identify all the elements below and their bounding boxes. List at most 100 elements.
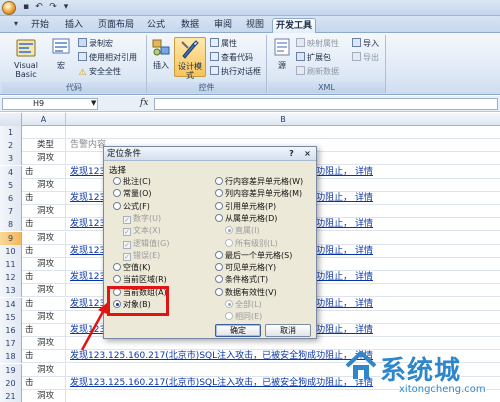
formula-input[interactable] [154, 98, 498, 110]
cell-a-suffix: 击 [25, 193, 34, 203]
cell-a[interactable]: 洞攻 [22, 363, 66, 377]
row-header[interactable]: 7 [0, 205, 22, 219]
relative-reference-button[interactable]: 使用相对引用 [78, 52, 137, 64]
row-header[interactable]: 8 [0, 218, 22, 232]
cell-a[interactable]: 洞攻 [22, 152, 66, 166]
run-dialog-button[interactable]: 执行对话框 [210, 66, 261, 78]
cell-a[interactable]: 洞攻 [22, 178, 66, 192]
dialog-radio-option[interactable]: 可见单元格(Y) [215, 262, 276, 274]
tab-0[interactable]: 开始 [26, 18, 54, 33]
row-header[interactable]: 16 [0, 324, 22, 337]
row-header[interactable]: 20 [0, 376, 22, 390]
row-header[interactable]: 4 [0, 165, 22, 179]
row-header[interactable]: 2 [0, 139, 22, 153]
dialog-radio-option[interactable]: 列内容差异单元格(M) [215, 188, 302, 200]
cell-a[interactable]: 洞攻 [22, 390, 66, 402]
dialog-radio-option[interactable]: 相同(E) [225, 311, 262, 323]
column-header-a[interactable]: A [22, 113, 66, 126]
ok-button[interactable]: 确定 [215, 324, 261, 337]
macros-button[interactable]: 宏 [50, 37, 72, 70]
dialog-radio-option[interactable]: 当前区域(R) [113, 274, 167, 286]
customize-toolbar-icon[interactable]: ▾ [60, 2, 72, 13]
dialog-radio-option[interactable]: 空值(K) [113, 262, 151, 274]
tab-4[interactable]: 数据 [174, 18, 206, 33]
row-header[interactable]: 12 [0, 271, 22, 285]
cell-a[interactable]: 洞攻 [22, 284, 66, 298]
expansion-packs-button[interactable]: 扩展包 [296, 52, 331, 64]
name-box[interactable]: H9 [2, 98, 98, 110]
redo-icon[interactable]: ↷ [47, 2, 59, 13]
office-button[interactable] [2, 1, 16, 15]
tab-6[interactable]: 视图 [240, 18, 270, 33]
save-icon[interactable]: ▪ [20, 2, 32, 13]
design-mode-button[interactable]: 设计模式 [174, 37, 206, 80]
close-icon[interactable]: × [302, 148, 313, 159]
dialog-checkbox[interactable]: ✓ 错误(E) [123, 250, 160, 262]
import-button[interactable]: 导入 [352, 38, 379, 50]
row-header[interactable]: 14 [0, 297, 22, 311]
cell-a[interactable]: 洞攻 [22, 337, 66, 351]
dialog-radio-option[interactable]: 行内容差异单元格(W) [215, 176, 303, 188]
column-header-b[interactable]: B [66, 113, 500, 126]
cell-a[interactable]: 类型 [22, 139, 66, 153]
cell-b-link[interactable] [66, 126, 500, 139]
row-header[interactable]: 10 [0, 244, 22, 258]
dialog-radio-option[interactable]: 批注(C) [113, 176, 151, 188]
export-button[interactable]: 导出 [352, 52, 379, 64]
cell-a[interactable]: 洞攻 [22, 231, 66, 245]
dialog-radio-option[interactable]: 公式(F) [113, 201, 150, 213]
view-code-button[interactable]: 查看代码 [210, 52, 253, 64]
record-macro-button[interactable]: 录制宏 [78, 38, 113, 50]
tab-7[interactable]: 开发工具 [272, 18, 316, 33]
tab-2[interactable]: 页面布局 [94, 18, 138, 33]
source-button[interactable]: 源 [272, 37, 292, 70]
dialog-radio-option[interactable]: 数据有效性(V) [215, 287, 277, 299]
row-header[interactable]: 18 [0, 350, 22, 364]
cell-a[interactable]: 洞攻 [22, 258, 66, 271]
dialog-radio-option[interactable]: 常量(O) [113, 188, 152, 200]
dialog-radio-option[interactable]: 所有级别(L) [225, 238, 278, 250]
properties-button[interactable]: 属性 [210, 38, 237, 50]
refresh-data-label: 刷新数据 [307, 67, 339, 76]
dialog-radio-option[interactable]: 直属(I) [225, 225, 260, 237]
insert-control-button[interactable]: 插入 [150, 37, 172, 70]
select-all-corner[interactable] [0, 113, 22, 126]
tab-5[interactable]: 审阅 [208, 18, 238, 33]
row-header[interactable]: 6 [0, 192, 22, 205]
map-properties-icon [296, 38, 305, 47]
cell-a[interactable] [22, 126, 66, 139]
tab-3[interactable]: 公式 [140, 18, 172, 33]
map-properties-button[interactable]: 映射属性 [296, 38, 339, 50]
dialog-radio-option[interactable]: 条件格式(T) [215, 274, 268, 286]
quick-access-dropdown-icon[interactable]: ▾ [14, 19, 18, 28]
row-header[interactable]: 1 [0, 126, 22, 139]
row-header[interactable]: 19 [0, 363, 22, 377]
row-header[interactable]: 9 [0, 231, 22, 245]
help-icon[interactable]: ? [286, 148, 297, 159]
insert-function-icon[interactable]: fx [140, 98, 148, 108]
cancel-button[interactable]: 取消 [265, 324, 311, 337]
row-header[interactable]: 13 [0, 284, 22, 298]
macro-security-button[interactable]: ⚠ 安全全性 [78, 66, 121, 78]
row-header[interactable]: 15 [0, 310, 22, 324]
code-group: Visual Basic 宏 录制宏 使用相对引用 ⚠ 安全全性 代码 [2, 35, 147, 93]
dialog-checkbox[interactable]: ✓ 数字(U) [123, 213, 161, 225]
dialog-radio-option[interactable]: 最后一个单元格(S) [215, 250, 292, 262]
name-box-dropdown-icon[interactable]: ▼ [91, 99, 96, 107]
dialog-radio-option[interactable]: 从属单元格(D) [215, 213, 277, 225]
row-header[interactable]: 11 [0, 258, 22, 271]
dialog-checkbox[interactable]: ✓ 逻辑值(G) [123, 238, 169, 250]
dialog-radio-option[interactable]: 引用单元格(P) [215, 201, 276, 213]
tab-1[interactable]: 插入 [56, 18, 92, 33]
undo-icon[interactable]: ↶ [33, 2, 45, 13]
row-header[interactable]: 3 [0, 152, 22, 166]
dialog-radio-option[interactable]: 全部(L) [225, 299, 262, 311]
dialog-checkbox[interactable]: ✓ 文本(X) [123, 225, 161, 237]
row-header[interactable]: 21 [0, 390, 22, 402]
row-header[interactable]: 5 [0, 178, 22, 192]
cell-a[interactable]: 洞攻 [22, 205, 66, 219]
cell-a[interactable]: 洞攻 [22, 310, 66, 324]
refresh-data-button[interactable]: 刷新数据 [296, 66, 339, 78]
visual-basic-button[interactable]: Visual Basic [4, 37, 48, 79]
row-header[interactable]: 17 [0, 337, 22, 351]
